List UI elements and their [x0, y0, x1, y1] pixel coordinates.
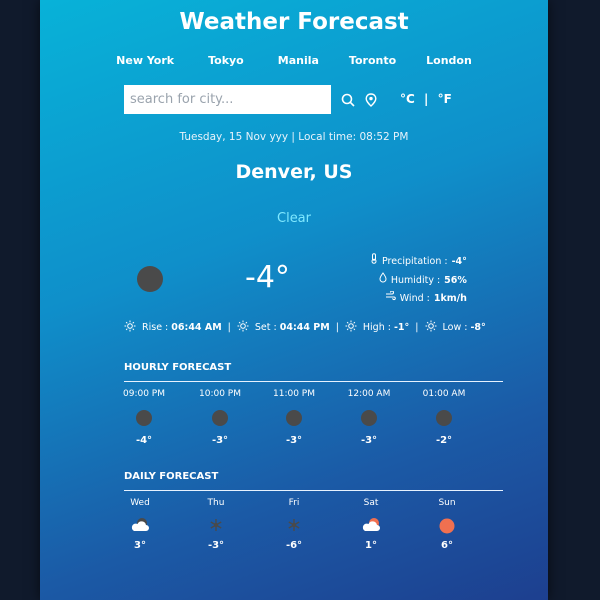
hourly-temp: -3° — [211, 435, 229, 446]
hourly-weather-icon — [286, 410, 302, 426]
daily-temp: -6° — [285, 540, 303, 551]
sun-icon — [417, 517, 477, 535]
wind-value: 1km/h — [433, 293, 467, 304]
thermometer-icon — [370, 253, 378, 272]
hourly-weather-icon — [436, 410, 452, 426]
hourly-time: 09:00 PM — [123, 389, 165, 399]
hourly-weather-icon — [136, 410, 152, 426]
city-link-london[interactable]: London — [426, 54, 472, 67]
sunset-icon — [237, 320, 249, 335]
hourly-temp: -4° — [135, 435, 153, 446]
precipitation-value: -4° — [451, 256, 467, 267]
partly-cloudy-night-icon — [110, 517, 170, 535]
city-link-tokyo[interactable]: Tokyo — [208, 54, 244, 67]
precipitation-row: Precipitation : -4° — [370, 253, 467, 272]
daily-day: Sat — [363, 498, 379, 508]
location-pin-icon[interactable] — [365, 92, 377, 111]
weather-details: Precipitation : -4° Humidity : 56% Wind … — [370, 253, 467, 309]
sun-stats-row: Rise : 06:44 AM | Set : 04:44 PM | High … — [124, 320, 504, 335]
hourly-weather-icon — [361, 410, 377, 426]
hourly-time: 11:00 PM — [273, 389, 315, 399]
hourly-temp: -3° — [285, 435, 303, 446]
unit-separator: | — [424, 92, 429, 106]
hourly-forecast-title: HOURLY FORECAST — [124, 362, 232, 373]
city-name: Denver, US — [235, 161, 353, 183]
daily-day: Wed — [130, 498, 150, 508]
hourly-item: 01:00 AM -2° — [414, 389, 474, 446]
precipitation-label: Precipitation : — [382, 256, 448, 267]
partly-cloudy-day-icon — [341, 517, 401, 535]
weather-condition: Clear — [277, 211, 311, 226]
high-temp-icon — [345, 320, 357, 335]
low-label: Low : — [442, 322, 468, 333]
daily-temp: 3° — [134, 540, 146, 551]
rise-value: 06:44 AM — [171, 322, 222, 333]
daily-temp: 1° — [365, 540, 377, 551]
city-shortcuts: New York Tokyo Manila Toronto London — [40, 54, 548, 67]
daily-day: Fri — [288, 498, 300, 508]
droplet-icon — [379, 271, 387, 291]
city-link-new-york[interactable]: New York — [116, 54, 174, 67]
hourly-time: 01:00 AM — [422, 389, 466, 399]
set-value: 04:44 PM — [279, 322, 330, 333]
current-weather-icon — [137, 266, 163, 292]
sunrise-icon — [124, 320, 136, 335]
city-link-toronto[interactable]: Toronto — [349, 54, 396, 67]
hourly-item: 11:00 PM -3° — [264, 389, 324, 446]
hourly-time: 12:00 AM — [347, 389, 391, 399]
wind-label: Wind : — [399, 293, 430, 304]
hourly-divider — [124, 381, 503, 382]
hourly-item: 10:00 PM -3° — [190, 389, 250, 446]
humidity-label: Humidity : — [390, 274, 441, 286]
unit-toggle: °C | °F — [400, 92, 452, 106]
fahrenheit-button[interactable]: °F — [438, 92, 452, 106]
low-value: -8° — [470, 322, 486, 333]
rise-label: Rise : — [142, 322, 169, 333]
snow-icon — [186, 517, 246, 535]
daily-temp: -3° — [207, 540, 225, 551]
humidity-value: 56% — [444, 274, 467, 286]
celsius-button[interactable]: °C — [400, 92, 415, 106]
hourly-temp: -2° — [435, 435, 453, 446]
daily-divider — [124, 490, 503, 491]
daily-item: Thu -3° — [186, 498, 246, 551]
search-input[interactable]: search for city... — [124, 85, 331, 114]
weather-panel: Weather Forecast New York Tokyo Manila T… — [40, 0, 548, 600]
hourly-temp: -3° — [360, 435, 378, 446]
stat-separator: | — [415, 322, 419, 333]
high-value: -1° — [393, 322, 410, 333]
set-label: Set : — [254, 322, 277, 333]
daily-item: Fri -6° — [264, 498, 324, 551]
hourly-weather-icon — [212, 410, 228, 426]
city-link-manila[interactable]: Manila — [278, 54, 319, 67]
low-temp-icon — [425, 320, 437, 335]
daily-item: Sat 1° — [341, 498, 401, 551]
humidity-row: Humidity : 56% — [370, 271, 467, 291]
stat-separator: | — [335, 322, 339, 333]
daily-temp: 6° — [441, 540, 453, 551]
app-title: Weather Forecast — [179, 9, 409, 35]
current-temperature: -4° — [245, 260, 290, 295]
hourly-item: 09:00 PM -4° — [114, 389, 174, 446]
daily-forecast-title: DAILY FORECAST — [124, 471, 219, 482]
daily-item: Sun 6° — [417, 498, 477, 551]
high-label: High : — [362, 322, 391, 333]
hourly-item: 12:00 AM -3° — [339, 389, 399, 446]
search-icon[interactable] — [341, 92, 355, 111]
snow-icon — [264, 517, 324, 535]
daily-day: Sun — [438, 498, 456, 508]
daily-day: Thu — [207, 498, 225, 508]
local-datetime: Tuesday, 15 Nov yyy | Local time: 08:52 … — [179, 131, 409, 143]
wind-icon — [385, 290, 396, 309]
wind-row: Wind : 1km/h — [370, 290, 467, 309]
stat-separator: | — [227, 322, 231, 333]
daily-item: Wed 3° — [110, 498, 170, 551]
hourly-time: 10:00 PM — [199, 389, 241, 399]
